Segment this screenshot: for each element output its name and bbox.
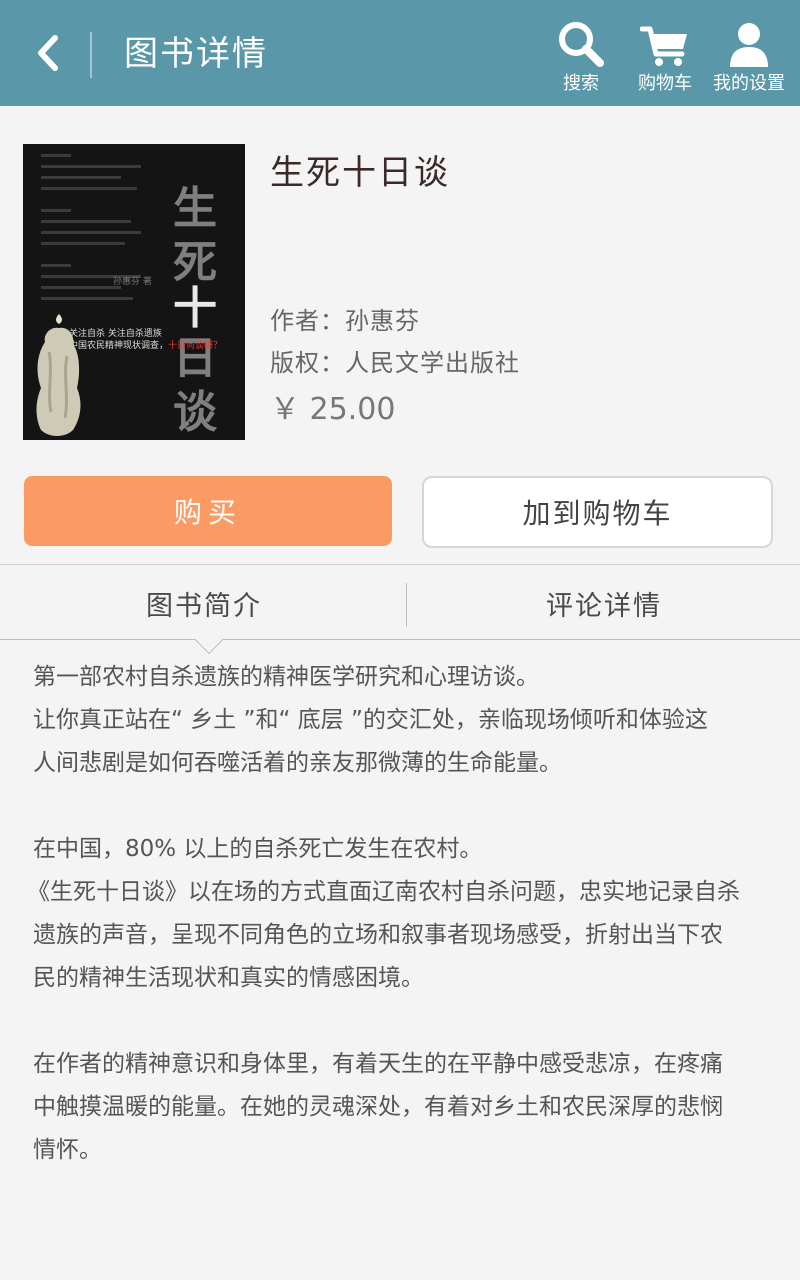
search-label: 搜索 xyxy=(563,73,599,94)
settings-label: 我的设置 xyxy=(713,73,785,94)
intro-line: 第一部农村自杀遗族的精神医学研究和心理访谈。 xyxy=(33,664,539,690)
cover-title-char: 谈 xyxy=(173,387,217,438)
candle-image xyxy=(36,314,81,436)
app-header: 图书详情 搜索 购物车 我的设置 xyxy=(0,0,800,106)
header-divider xyxy=(90,32,92,78)
buy-button[interactable]: 购买 xyxy=(24,476,392,546)
cover-tagline-red: 十日何谈呀？ xyxy=(168,341,223,351)
book-price: ￥ 25.00 xyxy=(270,392,396,427)
book-title: 生死十日谈 xyxy=(270,153,450,193)
book-introduction: 第一部农村自杀遗族的精神医学研究和心理访谈。 让你真正站在“ 乡土 ”和“ 底层… xyxy=(27,656,773,1172)
cart-label: 购物车 xyxy=(638,73,692,94)
book-publisher: 版权：人民文学出版社 xyxy=(270,349,520,377)
intro-line: 《生死十日谈》以在场的方式直面辽南农村自杀问题，忠实地记录自杀 xyxy=(27,879,740,905)
intro-line: 遗族的声音，呈现不同角色的立场和叙事者现场感受，折射出当下农 xyxy=(33,922,723,948)
book-cover: 生 死 十 日 谈 孙惠芬 著 关注自杀 关注自杀遗族 中国农民精神现状调查，十… xyxy=(23,144,245,440)
intro-line: 人间悲剧是如何吞噬活着的亲友那微薄的生命能量。 xyxy=(33,750,562,776)
cart-button[interactable]: 购物车 xyxy=(628,18,702,98)
intro-line: 在中国，80% 以上的自杀死亡发生在农村。 xyxy=(33,836,483,862)
user-icon xyxy=(730,23,768,67)
chevron-left-icon xyxy=(38,35,58,71)
add-to-cart-button[interactable]: 加到购物车 xyxy=(422,476,773,548)
cart-icon xyxy=(640,26,687,66)
tab-divider xyxy=(406,583,407,627)
back-button[interactable] xyxy=(28,30,68,76)
intro-line: 民的精神生活现状和真实的情感困境。 xyxy=(33,965,424,991)
book-author: 作者：孙惠芬 xyxy=(270,307,420,335)
intro-line: 让你真正站在“ 乡土 ”和“ 底层 ”的交汇处，亲临现场倾听和体验这 xyxy=(33,707,708,733)
search-button[interactable]: 搜索 xyxy=(555,18,607,98)
intro-line: 在作者的精神意识和身体里，有着天生的在平静中感受悲凉，在疼痛 xyxy=(33,1051,723,1077)
settings-button[interactable]: 我的设置 xyxy=(706,18,792,98)
cover-author: 孙惠芬 著 xyxy=(113,277,152,287)
page-title: 图书详情 xyxy=(124,34,268,74)
search-icon xyxy=(559,22,604,67)
cover-tagline: 中国农民精神现状调查，十日何谈呀？ xyxy=(69,338,222,351)
intro-line: 情怀。 xyxy=(33,1137,102,1163)
intro-line: 中触摸温暖的能量。在她的灵魂深处，有着对乡土和农民深厚的悲悯 xyxy=(33,1094,723,1120)
detail-tabs: 图书简介 评论详情 xyxy=(0,564,800,655)
tab-reviews[interactable]: 评论详情 xyxy=(408,565,800,641)
